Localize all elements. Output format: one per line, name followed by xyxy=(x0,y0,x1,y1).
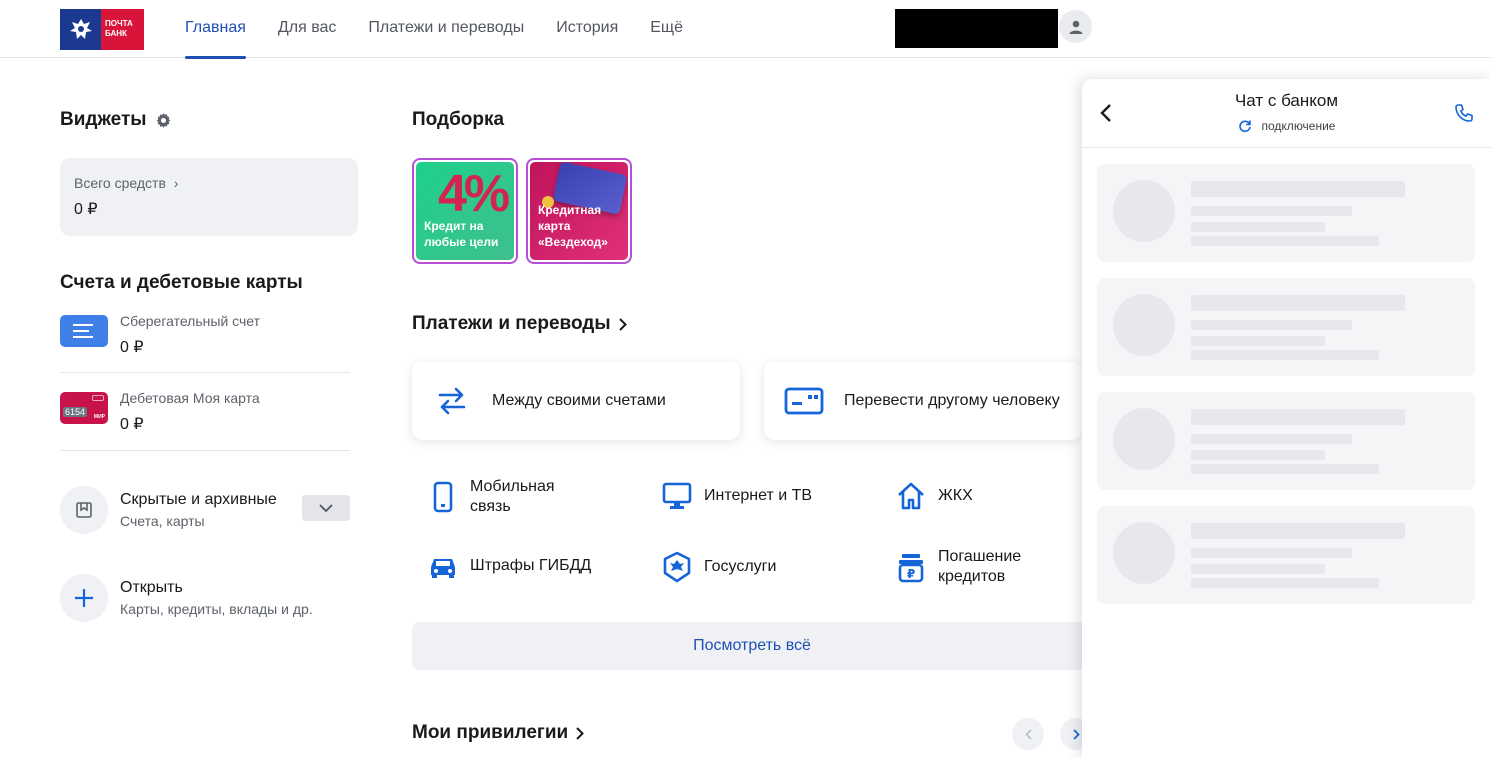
total-funds-label: Всего средств › xyxy=(74,175,179,191)
service-loan-repayment[interactable]: ₽ Погашение кредитов xyxy=(896,547,1021,587)
account-savings[interactable]: Сберегательный счет 0 ₽ xyxy=(60,313,350,375)
chat-loading-placeholder xyxy=(1097,278,1475,376)
logo-text: ПОЧТА БАНК xyxy=(101,9,144,50)
payments-title: Платежи и переводы xyxy=(412,313,611,334)
chat-title: Чат с банком xyxy=(1234,91,1339,110)
savings-account-icon xyxy=(60,315,108,347)
promo-credit-card[interactable]: 4% Кредит на любые цели xyxy=(412,158,518,264)
archive-icon xyxy=(60,486,108,534)
eagle-emblem-icon xyxy=(60,9,101,50)
widgets-title: Виджеты xyxy=(60,109,147,130)
hidden-subtitle: Счета, карты xyxy=(120,513,205,529)
chevron-right-icon xyxy=(618,317,627,331)
ruble-stack-icon: ₽ xyxy=(898,554,924,583)
car-icon xyxy=(431,559,455,578)
chevron-down-icon xyxy=(319,504,333,512)
payments-header[interactable]: Платежи и переводы xyxy=(412,313,627,335)
expand-hidden-button[interactable] xyxy=(302,495,350,521)
hidden-title: Скрытые и архивные xyxy=(120,491,277,508)
carousel-prev-button[interactable] xyxy=(1012,718,1044,750)
chat-panel: Чат с банком подключение xyxy=(1082,79,1491,758)
nav-history[interactable]: История xyxy=(556,0,618,58)
privileges-title: Мои привилегии xyxy=(412,722,569,743)
service-utilities[interactable]: ЖКХ xyxy=(896,481,973,511)
open-title: Открыть xyxy=(120,579,183,596)
nav-for-you[interactable]: Для вас xyxy=(278,0,337,58)
chevron-right-icon xyxy=(1072,728,1080,740)
home-icon xyxy=(898,482,924,510)
service-gosuslugi[interactable]: Госуслуги xyxy=(662,551,776,583)
chat-header: Чат с банком подключение xyxy=(1082,79,1491,148)
open-product-row[interactable]: Открыть Карты, кредиты, вклады и др. xyxy=(60,574,313,622)
card-transfer-icon xyxy=(784,387,824,415)
account-name: Сберегательный счет xyxy=(120,313,261,329)
service-mobile[interactable]: Мобильная связь xyxy=(428,477,555,517)
top-header: ПОЧТА БАНК Главная Для вас Платежи и пер… xyxy=(0,0,1491,59)
phone-icon xyxy=(433,481,453,513)
podborka-title: Подборка xyxy=(412,109,505,130)
transfer-between-own-accounts-card[interactable]: Между своими счетами xyxy=(412,362,740,440)
svg-text:₽: ₽ xyxy=(907,567,915,581)
privileges-header[interactable]: Мои привилегии xyxy=(412,722,585,744)
total-funds-value: 0 ₽ xyxy=(74,201,98,218)
nav-payments[interactable]: Платежи и переводы xyxy=(368,0,524,58)
chat-loading-placeholder xyxy=(1097,506,1475,604)
see-all-button[interactable]: Посмотреть всё xyxy=(412,622,1092,670)
divider xyxy=(60,372,350,373)
card-label: Между своими счетами xyxy=(492,392,666,409)
user-icon xyxy=(1069,20,1082,34)
chevron-right-icon: › xyxy=(173,175,179,191)
promo-caption: Кредитная карта «Вездеход» xyxy=(538,203,608,249)
chevron-right-icon xyxy=(576,726,585,740)
account-balance: 0 ₽ xyxy=(120,416,144,433)
nav-more[interactable]: Ещё xyxy=(650,0,683,58)
plus-icon xyxy=(60,574,108,622)
gear-icon[interactable] xyxy=(155,112,172,129)
accounts-title: Счета и дебетовые карты xyxy=(60,272,303,293)
promo-big-text: 4% xyxy=(438,165,510,223)
chevron-left-icon xyxy=(1024,728,1032,740)
service-internet-tv[interactable]: Интернет и ТВ xyxy=(662,481,812,511)
hidden-archived-row[interactable]: Скрытые и архивные Счета, карты xyxy=(60,486,277,534)
bank-logo[interactable]: ПОЧТА БАНК xyxy=(60,9,144,50)
divider xyxy=(60,450,350,451)
account-balance: 0 ₽ xyxy=(120,339,144,356)
open-subtitle: Карты, кредиты, вклады и др. xyxy=(120,601,313,617)
redacted-user-name xyxy=(895,9,1058,48)
debit-card-icon: 6154 МИР xyxy=(60,392,108,424)
chat-loading-placeholder xyxy=(1097,392,1475,490)
profile-avatar-button[interactable] xyxy=(1059,10,1092,43)
chat-connection-status: подключение xyxy=(1082,119,1491,133)
transfer-to-other-person-card[interactable]: Перевести другому человеку xyxy=(764,362,1082,440)
account-debit-card[interactable]: 6154 МИР Дебетовая Моя карта 0 ₽ xyxy=(60,390,350,452)
emblem-icon xyxy=(663,551,691,583)
refresh-icon xyxy=(1238,120,1251,133)
total-funds-card[interactable]: Всего средств › 0 ₽ xyxy=(60,158,358,236)
card-label: Перевести другому человеку xyxy=(844,392,1060,409)
chat-loading-placeholder xyxy=(1097,164,1475,262)
account-name: Дебетовая Моя карта xyxy=(120,390,260,406)
main-nav: Главная Для вас Платежи и переводы Истор… xyxy=(185,0,715,59)
promo-caption: Кредит на любые цели xyxy=(424,219,499,249)
phone-call-icon[interactable] xyxy=(1454,103,1474,123)
monitor-icon xyxy=(662,482,692,509)
promo-credit-card-vezdehod[interactable]: Кредитная карта «Вездеход» xyxy=(526,158,632,264)
nav-main[interactable]: Главная xyxy=(185,0,246,59)
widgets-header: Виджеты xyxy=(60,109,172,131)
service-traffic-fines[interactable]: Штрафы ГИБДД xyxy=(428,551,591,581)
swap-arrows-icon xyxy=(438,387,466,415)
